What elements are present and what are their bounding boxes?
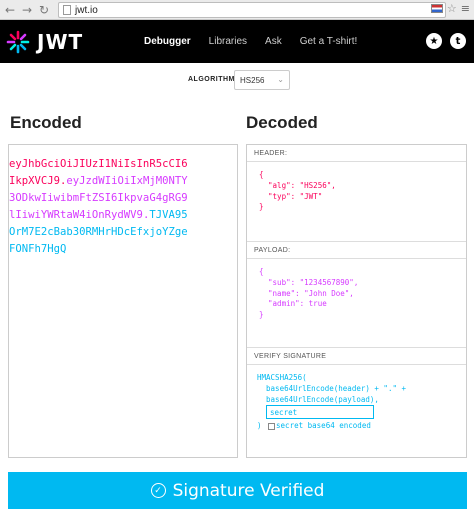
browser-toolbar: ← → ↻ jwt.io ☆ ≡ xyxy=(0,0,474,20)
payload-section-label: PAYLOAD: xyxy=(247,242,466,259)
reload-icon[interactable]: ↻ xyxy=(37,3,51,17)
translate-flag-icon[interactable] xyxy=(430,4,443,13)
encoded-line: 3ODkwIiwibmFtZSI6IkpvaG4gRG9 xyxy=(9,192,188,204)
bookmark-star-icon[interactable]: ☆ xyxy=(447,3,457,14)
jwt-logo[interactable]: JWT xyxy=(6,30,83,54)
nav-link-libraries[interactable]: Libraries xyxy=(209,36,247,47)
browser-menu-icon[interactable]: ≡ xyxy=(461,3,470,14)
encoded-line: IkpXVCJ9.eyJzdWIiOiIxMjM0NTY xyxy=(9,175,188,187)
nav-link-debugger[interactable]: Debugger xyxy=(144,36,191,47)
twitter-icon[interactable]: t xyxy=(450,33,466,49)
back-arrow-icon[interactable]: ← xyxy=(3,3,17,17)
nav-link-tshirt[interactable]: Get a T-shirt! xyxy=(300,36,358,47)
algorithm-select[interactable]: HS256 ⌄ xyxy=(234,70,290,90)
encoded-token-editor[interactable]: eyJhbGciOiJIUzI1NiIsInR5cCI6 IkpXVCJ9.ey… xyxy=(8,144,238,458)
encoded-line: OrM7E2cBab30RMHrHDcEfxjoYZge xyxy=(9,226,188,238)
encoded-line: FONFh7HgQ xyxy=(9,243,67,255)
nav-link-ask[interactable]: Ask xyxy=(265,36,282,47)
base64-checkbox[interactable] xyxy=(268,422,276,430)
page-icon xyxy=(63,5,71,15)
check-circle-icon: ✓ xyxy=(150,483,166,498)
algorithm-label: ALGORITHM xyxy=(188,76,235,83)
signature-status-text: Signature Verified xyxy=(172,480,325,501)
secret-input[interactable]: secret xyxy=(266,405,375,420)
jwt-logo-icon xyxy=(6,30,30,54)
chevron-down-icon: ⌄ xyxy=(277,75,284,84)
base64-checkbox-label: secret base64 encoded xyxy=(276,421,371,431)
decoded-panel: HEADER: { "alg": "HS256", "typ": "JWT"} … xyxy=(246,144,467,458)
site-header: JWT Debugger Libraries Ask Get a T-shirt… xyxy=(0,20,474,63)
encoded-title: Encoded xyxy=(10,113,82,132)
algorithm-selected-value: HS256 xyxy=(240,76,265,85)
verify-signature-label: VERIFY SIGNATURE xyxy=(247,348,466,365)
signature-status-banner: ✓ Signature Verified xyxy=(8,472,467,509)
decoded-title: Decoded xyxy=(246,113,318,132)
algorithm-selector: ALGORITHM HS256 ⌄ xyxy=(0,69,474,91)
logo-text: JWT xyxy=(37,30,84,54)
encoded-line: lIiwiYWRtaW4iOnRydWV9.TJVA95 xyxy=(9,209,188,221)
encoded-line: eyJhbGciOiJIUzI1NiIsInR5cCI6 xyxy=(9,158,188,170)
auth0-shield-icon[interactable]: ★ xyxy=(426,33,442,49)
url-text: jwt.io xyxy=(75,4,98,16)
header-json-editor[interactable]: { "alg": "HS256", "typ": "JWT"} xyxy=(247,162,466,241)
verify-signature-body: HMACSHA256( base64UrlEncode(header) + ".… xyxy=(257,373,407,431)
address-bar[interactable]: jwt.io xyxy=(58,2,446,18)
header-section-label: HEADER: xyxy=(247,145,466,162)
payload-json-editor[interactable]: { "sub": "1234567890", "name": "John Doe… xyxy=(247,259,466,347)
forward-arrow-icon[interactable]: → xyxy=(20,3,34,17)
